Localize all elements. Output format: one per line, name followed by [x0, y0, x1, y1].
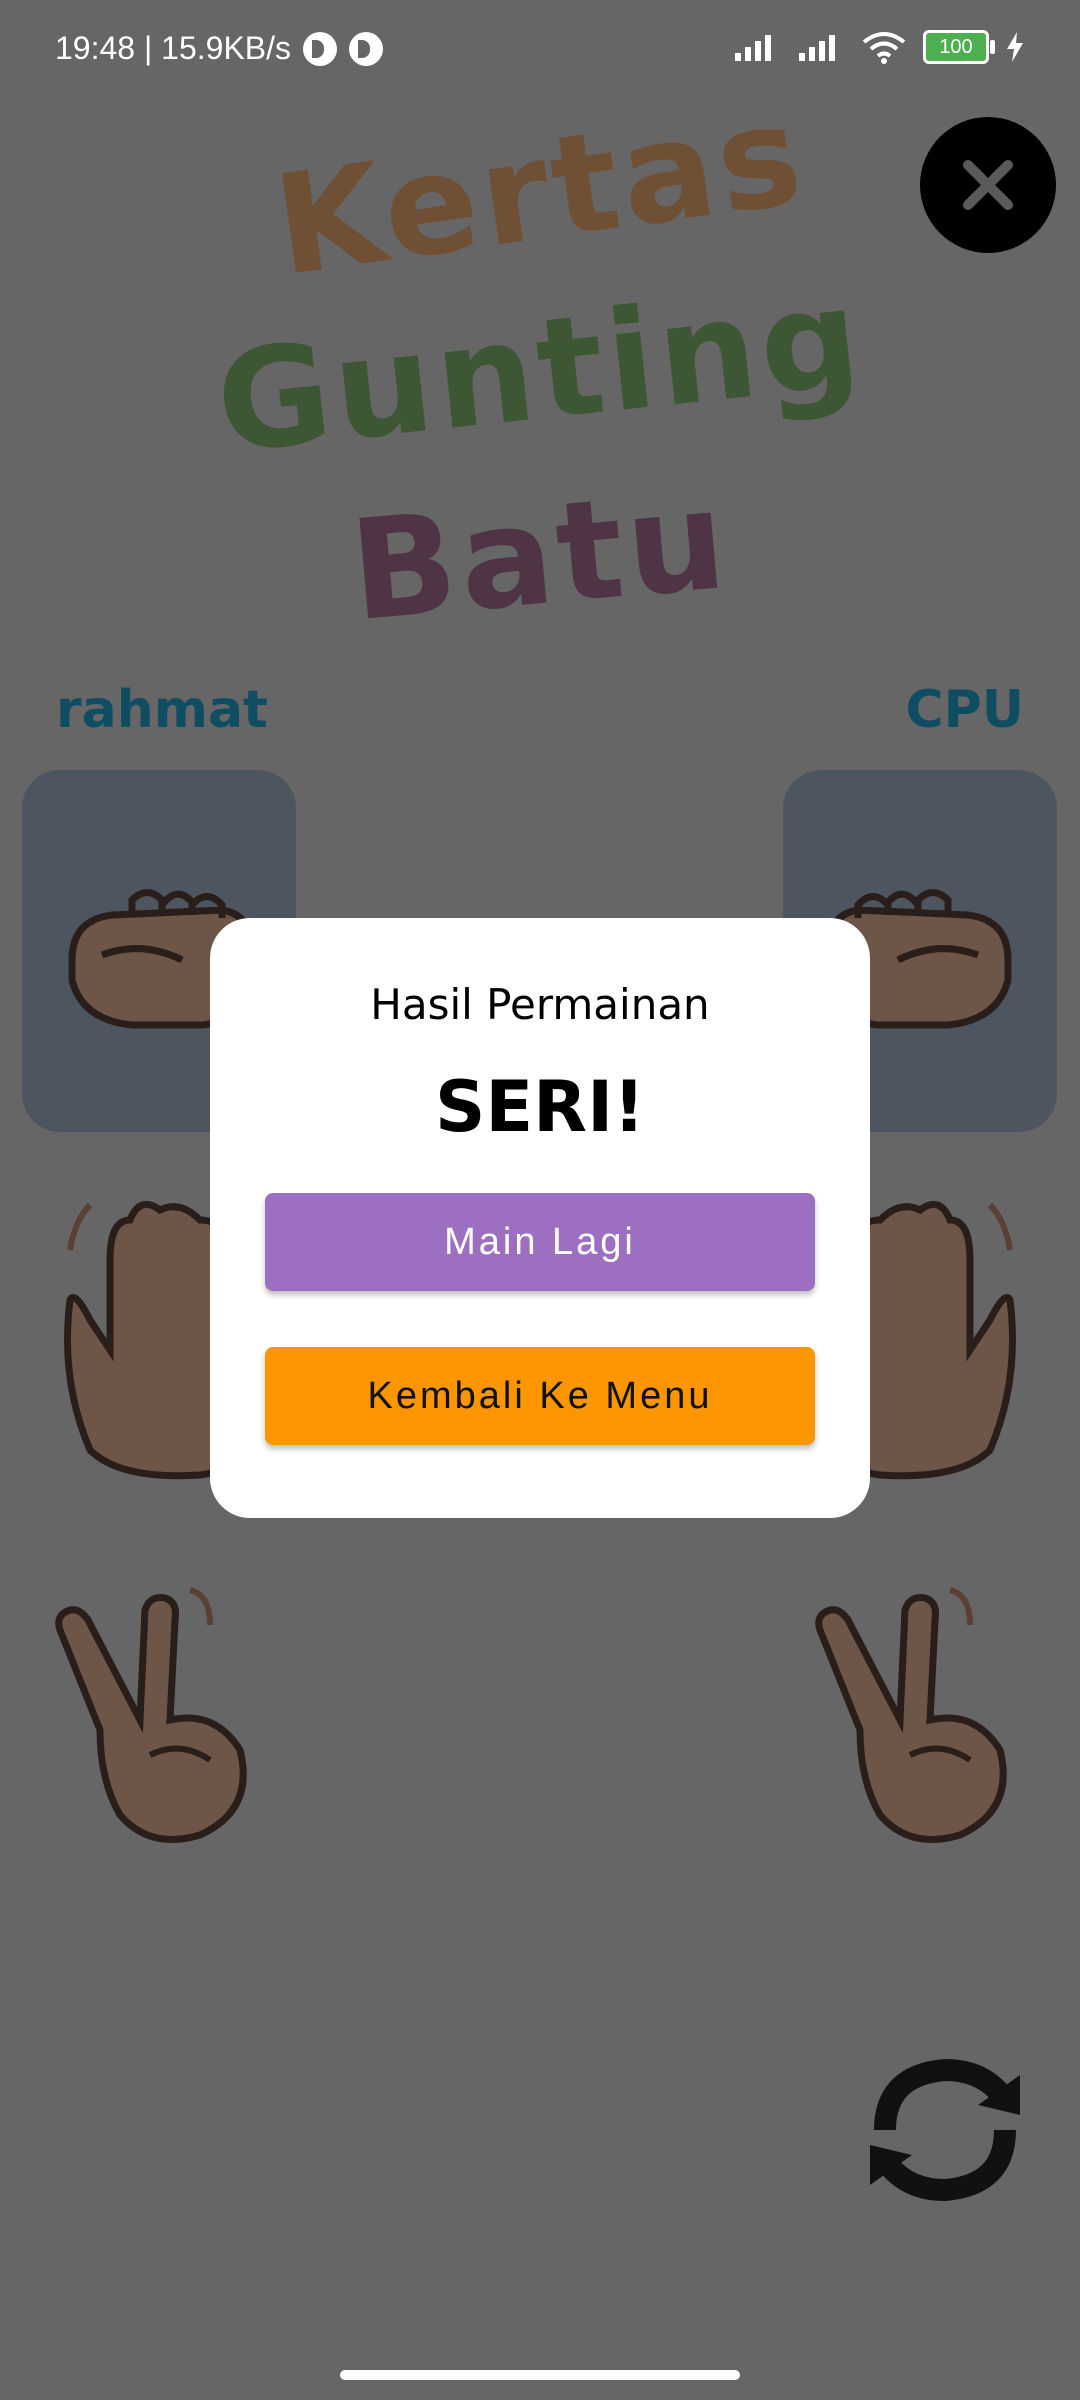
status-time-speed: 19:48 | 15.9KB/s [55, 30, 292, 66]
peace-icon[interactable] [40, 1580, 280, 1860]
home-indicator[interactable] [340, 2370, 740, 2380]
player-name-right: CPU [905, 680, 1025, 740]
back-to-menu-button[interactable]: Kembali Ke Menu [265, 1347, 815, 1445]
refresh-icon[interactable] [860, 2045, 1030, 2215]
player-name-left: rahmat [56, 680, 268, 740]
dialog-title: Hasil Permainan [370, 980, 710, 1029]
result-dialog: Hasil Permainan SERI! Main Lagi Kembali … [210, 918, 870, 1518]
peace-icon [815, 1587, 1007, 1843]
result-text: SERI! [434, 1066, 646, 1148]
signal-icon [735, 35, 771, 61]
close-icon [963, 160, 1013, 210]
status-left: 19:48 | 15.9KB/s [55, 30, 384, 67]
play-again-button[interactable]: Main Lagi [265, 1193, 815, 1291]
signal-icon [799, 35, 835, 61]
notification-icon [349, 31, 384, 66]
close-button[interactable] [920, 117, 1056, 253]
notification-icon [303, 31, 338, 66]
